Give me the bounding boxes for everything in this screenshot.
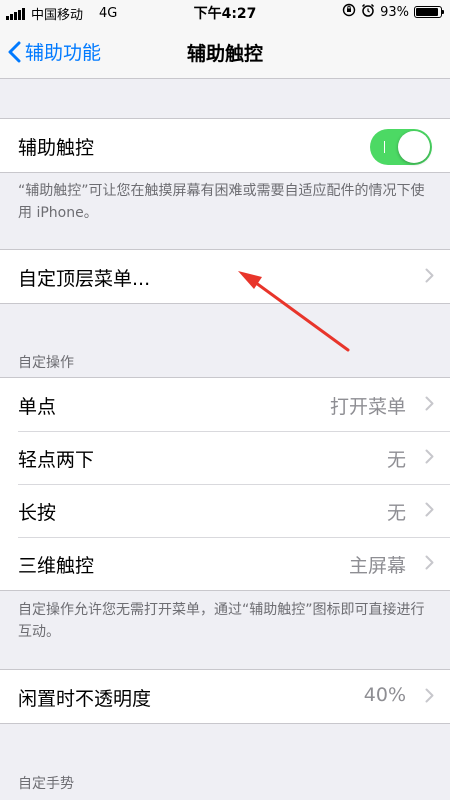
action-label: 长按	[18, 502, 57, 524]
action-label: 单点	[18, 396, 57, 418]
toggle-knob	[398, 131, 430, 163]
top-menu-group: 自定顶层菜单...	[0, 249, 450, 304]
assistive-touch-row: 辅助触控	[0, 119, 450, 172]
assistive-touch-note: “辅助触控”可让您在触摸屏幕有困难或需要自适应配件的情况下使用 iPhone。	[18, 183, 425, 221]
action-value: 主屏幕	[348, 555, 406, 577]
assistive-touch-label: 辅助触控	[18, 137, 95, 159]
action-row-single-tap[interactable]: 单点 打开菜单	[0, 378, 450, 431]
custom-actions-note: 自定操作允许您无需打开菜单，通过“辅助触控”图标即可直接进行互动。	[18, 602, 425, 640]
action-row-double-tap[interactable]: 轻点两下 无	[0, 431, 450, 484]
alarm-icon	[361, 3, 375, 21]
chevron-right-icon	[425, 396, 434, 411]
chevron-right-icon	[425, 555, 434, 570]
customize-top-menu-row[interactable]: 自定顶层菜单...	[0, 250, 450, 303]
custom-gestures-header: 自定手势	[18, 776, 74, 792]
status-right: 93%	[342, 3, 444, 21]
chevron-right-icon	[425, 268, 434, 283]
assistive-touch-toggle[interactable]	[370, 129, 432, 165]
assistive-touch-group: 辅助触控	[0, 118, 450, 173]
action-row-3d-touch[interactable]: 三维触控 主屏幕	[0, 537, 450, 590]
idle-opacity-value: 40%	[363, 684, 406, 706]
action-label: 轻点两下	[18, 449, 95, 471]
opacity-group: 闲置时不透明度 40%	[0, 669, 450, 724]
action-label: 三维触控	[18, 555, 95, 577]
custom-actions-header: 自定操作	[18, 355, 74, 371]
page-title: 辅助触控	[186, 43, 263, 65]
navigation-bar: 辅助功能 辅助触控	[0, 24, 450, 79]
chevron-right-icon	[425, 502, 434, 517]
customize-top-menu-label: 自定顶层菜单...	[18, 268, 151, 290]
idle-opacity-label: 闲置时不透明度	[18, 688, 152, 710]
battery-percent: 93%	[380, 4, 409, 20]
chevron-right-icon	[425, 688, 434, 703]
idle-opacity-row[interactable]: 闲置时不透明度 40%	[0, 670, 450, 723]
toggle-on-indicator	[384, 141, 385, 153]
action-value: 打开菜单	[329, 396, 406, 418]
chevron-right-icon	[425, 449, 434, 464]
custom-actions-group: 单点 打开菜单 轻点两下 无 长按 无 三维触控 主屏幕	[0, 377, 450, 591]
status-bar: 中国移动 4G 下午4:27 93%	[0, 0, 450, 24]
orientation-lock-icon	[342, 3, 356, 21]
action-value: 无	[386, 502, 406, 524]
battery-icon	[414, 6, 444, 18]
action-row-long-press[interactable]: 长按 无	[0, 484, 450, 537]
action-value: 无	[386, 449, 406, 471]
